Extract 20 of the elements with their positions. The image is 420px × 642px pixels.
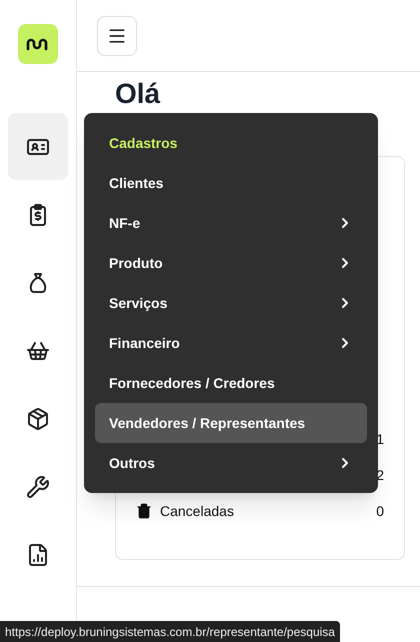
wrench-icon [26, 474, 50, 498]
menu-title: Cadastros [108, 134, 178, 152]
menu-button[interactable] [97, 16, 137, 56]
greeting: Olá [115, 80, 162, 108]
trash-icon [136, 503, 152, 519]
menu-item[interactable]: Outros [95, 443, 367, 483]
package-icon [26, 406, 50, 430]
row-value: 0 [376, 502, 384, 520]
menu-item[interactable]: Financeiro [95, 323, 367, 363]
report-icon [26, 542, 50, 566]
menu-item[interactable]: Serviços [95, 283, 367, 323]
menu-item[interactable]: Vendedores / Representantes [95, 403, 367, 443]
menu-item[interactable]: Produto [95, 243, 367, 283]
menu-item[interactable]: Clientes [95, 163, 367, 203]
menu-item[interactable]: Fornecedores / Credores [95, 363, 367, 403]
status-url: https://deploy.bruningsistemas.com.br/representante/pesquisa [0, 621, 340, 642]
menu-item[interactable]: NF-e [95, 203, 367, 243]
row-label: Canceladas [160, 502, 234, 520]
wave-logo-icon [26, 36, 50, 52]
sidebar-item[interactable] [8, 113, 68, 180]
